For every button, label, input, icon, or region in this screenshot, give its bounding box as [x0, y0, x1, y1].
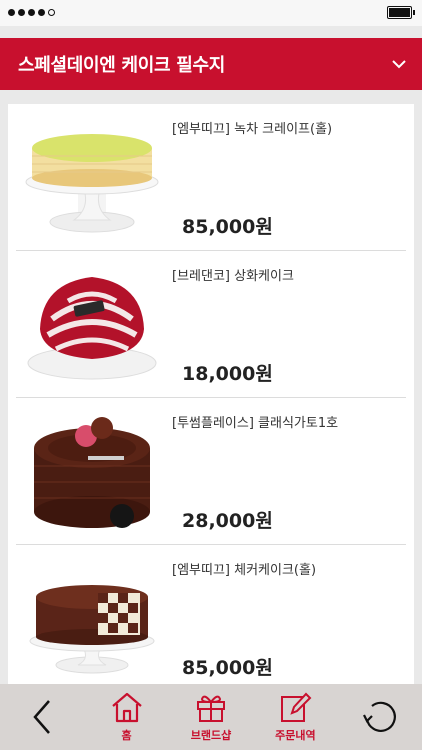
bottom-navigation: 홈 브랜드샵 주문내역: [0, 684, 422, 750]
refresh-icon: [362, 701, 396, 732]
back-arrow-icon: [33, 700, 51, 734]
product-name: [투썸플레이스] 클래식가토1호: [172, 416, 339, 431]
product-image: [29, 585, 155, 674]
signal-strength-icon: [8, 9, 55, 16]
product-item[interactable]: [엠부띠끄] 녹차 크레이프(홀) 85,000원: [16, 104, 406, 251]
product-price: 18,000원: [182, 363, 273, 385]
back-button[interactable]: [0, 687, 84, 747]
product-name: [엠부띠끄] 녹차 크레이프(홀): [172, 122, 333, 137]
brand-shop-label: 브랜드샵: [190, 729, 232, 742]
product-item[interactable]: [투썸플레이스] 클래식가토1호 28,000원: [16, 398, 406, 545]
product-image: [25, 134, 159, 233]
orders-button[interactable]: 주문내역: [253, 687, 337, 747]
product-image: [34, 417, 150, 528]
product-name: [엠부띠끄] 체커케이크(홀): [172, 563, 317, 578]
home-icon: [111, 692, 142, 723]
product-price: 85,000원: [182, 216, 273, 238]
orders-label: 주문내역: [275, 729, 316, 742]
status-bar: [0, 0, 422, 26]
product-image: [27, 277, 157, 380]
page-title: 스페셜데이엔 케이크 필수지: [18, 55, 226, 76]
product-item[interactable]: [엠부띠끄] 체커케이크(홀) 85,000원: [16, 545, 406, 684]
brand-shop-button[interactable]: 브랜드샵: [169, 687, 253, 747]
product-name: [브레댄코] 상화케이크: [172, 269, 294, 284]
home-label: 홈: [121, 729, 132, 742]
product-price: 85,000원: [182, 657, 273, 679]
edit-order-icon: [281, 692, 312, 722]
product-price: 28,000원: [182, 510, 273, 532]
product-item[interactable]: [브레댄코] 상화케이크 18,000원: [16, 251, 406, 398]
product-list: [엠부띠끄] 녹차 크레이프(홀) 85,000원 [브레댄코] 상화케이크 1…: [8, 104, 414, 684]
refresh-button[interactable]: [338, 687, 422, 747]
home-button[interactable]: 홈: [85, 687, 169, 747]
category-header[interactable]: 스페셜데이엔 케이크 필수지: [0, 38, 422, 90]
battery-icon: [387, 6, 415, 19]
chevron-down-icon[interactable]: [392, 59, 406, 69]
gift-icon: [196, 695, 225, 722]
